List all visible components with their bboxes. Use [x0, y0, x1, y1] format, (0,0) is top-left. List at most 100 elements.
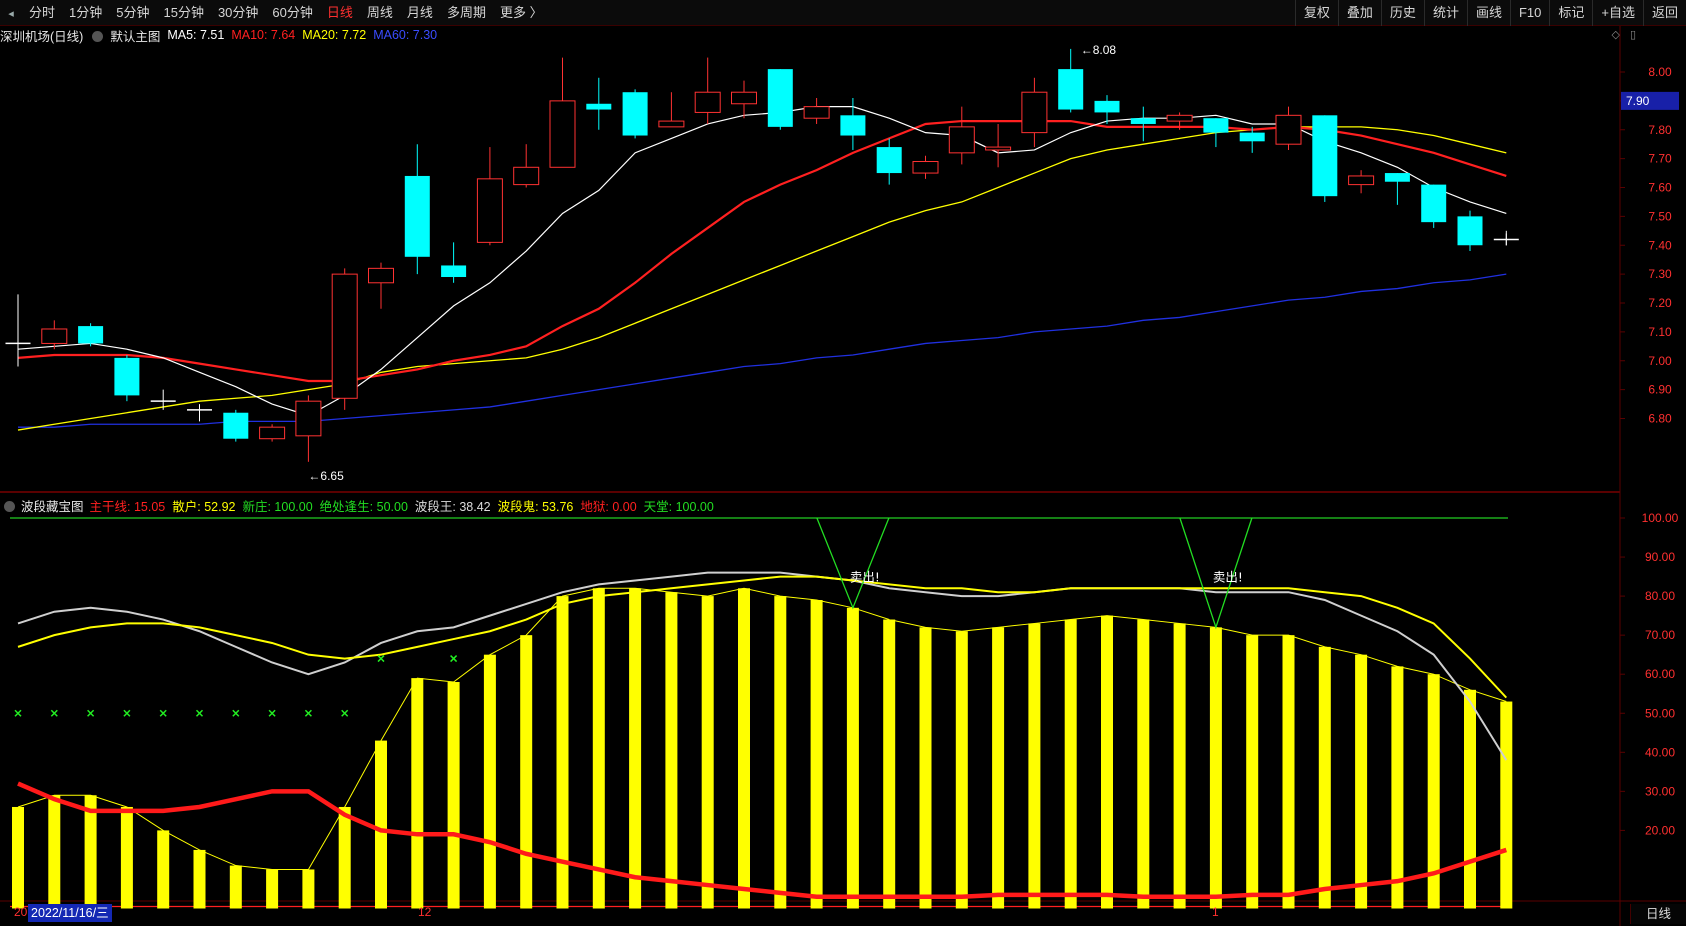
candle-down: [1094, 100, 1120, 113]
price-tick-label: 7.80: [1648, 123, 1672, 137]
price-tick-label: 6.90: [1648, 383, 1672, 397]
candle-up: [476, 178, 503, 243]
ma60-line: [18, 273, 1507, 428]
candle-up: [331, 273, 358, 399]
candle-down: [1203, 118, 1229, 133]
ind-bar: [883, 619, 896, 909]
candle-up: [295, 400, 322, 437]
ind-bar: [919, 627, 932, 909]
ind-tick-label: 60.00: [1645, 667, 1675, 681]
ind-bar: [1137, 619, 1150, 909]
ind-bar: [955, 631, 968, 909]
ind-bar: [1028, 623, 1041, 909]
cursor-date: 2022/11/16/三: [28, 904, 112, 922]
candle-up: [803, 106, 830, 119]
ind-bar: [447, 682, 460, 909]
price-tick-label: 6.80: [1648, 412, 1672, 426]
candle-up: [985, 146, 1012, 151]
ind-bar: [1391, 666, 1404, 909]
candle-up: [549, 100, 576, 168]
x-axis-mark-month-12: 12: [418, 905, 432, 919]
candle-down: [1421, 184, 1447, 223]
candle-down: [1130, 118, 1156, 124]
candle-up: [1348, 175, 1375, 186]
price-tick-label: 7.70: [1648, 152, 1672, 166]
candle-down: [441, 265, 467, 278]
candle-down: [586, 103, 612, 110]
ind-bar: [375, 740, 387, 909]
period-tab[interactable]: 日线: [1630, 904, 1686, 924]
ind-bar: [48, 795, 61, 909]
ind-bar: [266, 869, 279, 909]
candle-down: [404, 175, 430, 257]
x-axis-mark-start: 20: [14, 905, 28, 919]
ind-bar: [120, 806, 133, 909]
sell-signal-v: [816, 517, 890, 610]
ind-bar: [1246, 635, 1259, 909]
ind-bar: [629, 588, 642, 909]
candle-up: [368, 267, 394, 284]
ind-tick-label: 50.00: [1645, 706, 1675, 720]
candle-down: [114, 357, 140, 396]
candle-down: [223, 412, 249, 439]
ind-bar: [810, 600, 823, 909]
ind-tick-label: 70.00: [1645, 628, 1675, 642]
price-tick-label: 8.00: [1648, 65, 1672, 79]
candle-down: [767, 69, 793, 127]
ind-tick-label: 90.00: [1645, 550, 1675, 564]
ind-tick-label: 40.00: [1645, 745, 1675, 759]
price-tick-label: 7.60: [1648, 181, 1672, 195]
ind-bar: [483, 654, 496, 909]
ind-bar: [665, 592, 678, 909]
candle-down: [1058, 69, 1084, 110]
ma20-line: [17, 126, 1507, 431]
low-price-label: ←6.65: [308, 469, 344, 483]
candle-up: [41, 328, 68, 344]
high-price-label: ←8.08: [1081, 43, 1117, 57]
ind-bar: [338, 806, 351, 909]
ind-tick-label: 80.00: [1645, 589, 1675, 603]
price-tick-label: 7.30: [1648, 267, 1672, 281]
ind-bar: [1101, 615, 1113, 909]
ind-bar: [229, 865, 242, 909]
ind-tick-label: 30.00: [1645, 784, 1675, 798]
candle-up: [658, 120, 685, 128]
ind-bar: [1318, 646, 1331, 909]
candle-up: [731, 91, 757, 105]
price-tick-label: 7.10: [1648, 325, 1672, 339]
ind-bar: [1282, 635, 1295, 909]
ma10-line: [17, 119, 1507, 383]
ind-bar: [193, 849, 206, 909]
ind-bar: [1064, 619, 1077, 909]
price-tick-label: 7.00: [1648, 354, 1672, 368]
candle-up: [1275, 114, 1302, 145]
ind-bar: [592, 588, 605, 909]
candle-up: [1021, 91, 1048, 134]
sell-signal-label: 卖出!: [1213, 570, 1243, 585]
candle-up: [694, 91, 721, 113]
x-axis-mark-month-1: 1: [1212, 905, 1219, 919]
current-price-label: 7.90: [1626, 94, 1650, 108]
ind-bar: [157, 830, 170, 909]
ind-bar: [846, 607, 859, 909]
ind-bar: [1355, 654, 1368, 909]
ind-bar: [1209, 627, 1222, 909]
ind-bar: [992, 627, 1005, 909]
candle-up: [948, 126, 975, 154]
candle-down: [1457, 216, 1483, 246]
ind-bar: [1464, 689, 1476, 909]
candle-down: [1384, 173, 1410, 182]
candle-down: [78, 326, 104, 344]
ind-bar: [774, 596, 787, 909]
candle-down: [1239, 132, 1265, 142]
candle-up: [259, 426, 286, 440]
ind-bar: [520, 635, 533, 909]
kline-chart[interactable]: 8.00 7.90 7.80 7.70 7.60 7.50 7.40 7.30 7.20 7.10…: [0, 0, 1686, 926]
ind-bar: [701, 596, 714, 909]
candle-up: [513, 166, 540, 186]
candle-down: [1312, 115, 1338, 197]
ind-bar: [12, 806, 24, 909]
ind-bar: [411, 678, 424, 909]
candle-up: [912, 161, 939, 174]
price-tick-label: 7.40: [1648, 238, 1672, 252]
